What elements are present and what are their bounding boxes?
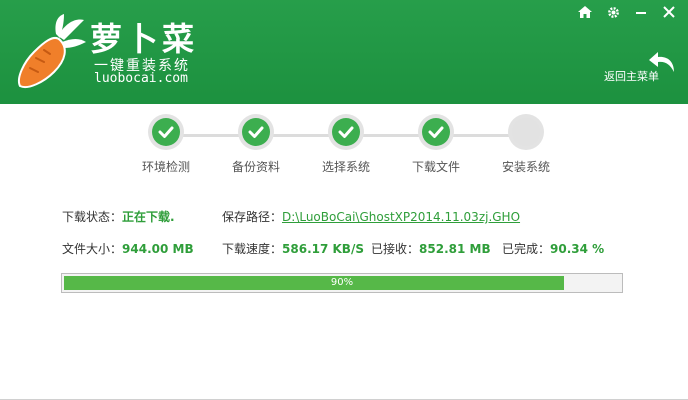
pending-step-icon (512, 118, 540, 146)
home-icon[interactable] (576, 4, 594, 20)
step-label: 环境检测 (141, 160, 190, 174)
back-button-label: 返回主菜单 (604, 70, 659, 83)
install-steps: 环境检测 备份资料 选择系统 下载文件 安装系统 (136, 116, 556, 176)
step-label: 选择系统 (321, 160, 370, 174)
path-link[interactable]: D:\LuoBoCai\GhostXP2014.11.03zj.GHO (282, 210, 520, 224)
check-icon (422, 118, 450, 146)
completed: 已完成：90.34 % (502, 240, 604, 257)
logo-url: luobocai.com (94, 71, 188, 86)
received-label: 已接收： (371, 242, 420, 256)
step-label: 备份资料 (231, 160, 280, 174)
step-select-system: 选择系统 (316, 116, 376, 175)
received-value: 852.81 MB (419, 242, 491, 256)
speed-value: 586.17 KB/S (282, 242, 364, 256)
back-to-main-menu-button[interactable]: 返回主菜单 (598, 52, 678, 86)
download-status: 下载状态：正在下载. (62, 208, 175, 225)
gear-icon[interactable] (604, 4, 622, 20)
received: 已接收：852.81 MB (371, 240, 491, 257)
carrot-logo-icon (18, 14, 86, 88)
save-path: 保存路径：D:\LuoBoCai\GhostXP2014.11.03zj.GHO (222, 208, 520, 225)
close-icon[interactable] (660, 4, 678, 20)
download-speed: 下载速度：586.17 KB/S (222, 240, 364, 257)
window-controls (576, 4, 678, 20)
step-label: 安装系统 (501, 160, 550, 174)
completed-label: 已完成： (502, 242, 551, 256)
logo-title: 萝卜菜 (90, 20, 199, 58)
step-install: 安装系统 (496, 116, 556, 175)
size-label: 文件大小： (62, 242, 123, 256)
header-banner: 萝卜菜 一键重装系统 luobocai.com 返回主菜单 (0, 0, 688, 104)
step-download: 下载文件 (406, 116, 466, 175)
path-label: 保存路径： (222, 210, 283, 224)
status-label: 下载状态： (62, 210, 123, 224)
step-env-check: 环境检测 (136, 116, 196, 175)
speed-label: 下载速度： (222, 242, 283, 256)
download-progress-bar: 90% (61, 273, 623, 293)
check-icon (242, 118, 270, 146)
check-icon (332, 118, 360, 146)
completed-value: 90.34 % (550, 242, 605, 256)
progress-text: 90% (330, 277, 354, 288)
check-icon (152, 118, 180, 146)
size-value: 944.00 MB (122, 242, 194, 256)
status-value: 正在下载. (122, 210, 175, 224)
minimize-icon[interactable] (632, 4, 650, 20)
step-backup: 备份资料 (226, 116, 286, 175)
file-size: 文件大小：944.00 MB (62, 240, 194, 257)
step-label: 下载文件 (411, 160, 460, 174)
